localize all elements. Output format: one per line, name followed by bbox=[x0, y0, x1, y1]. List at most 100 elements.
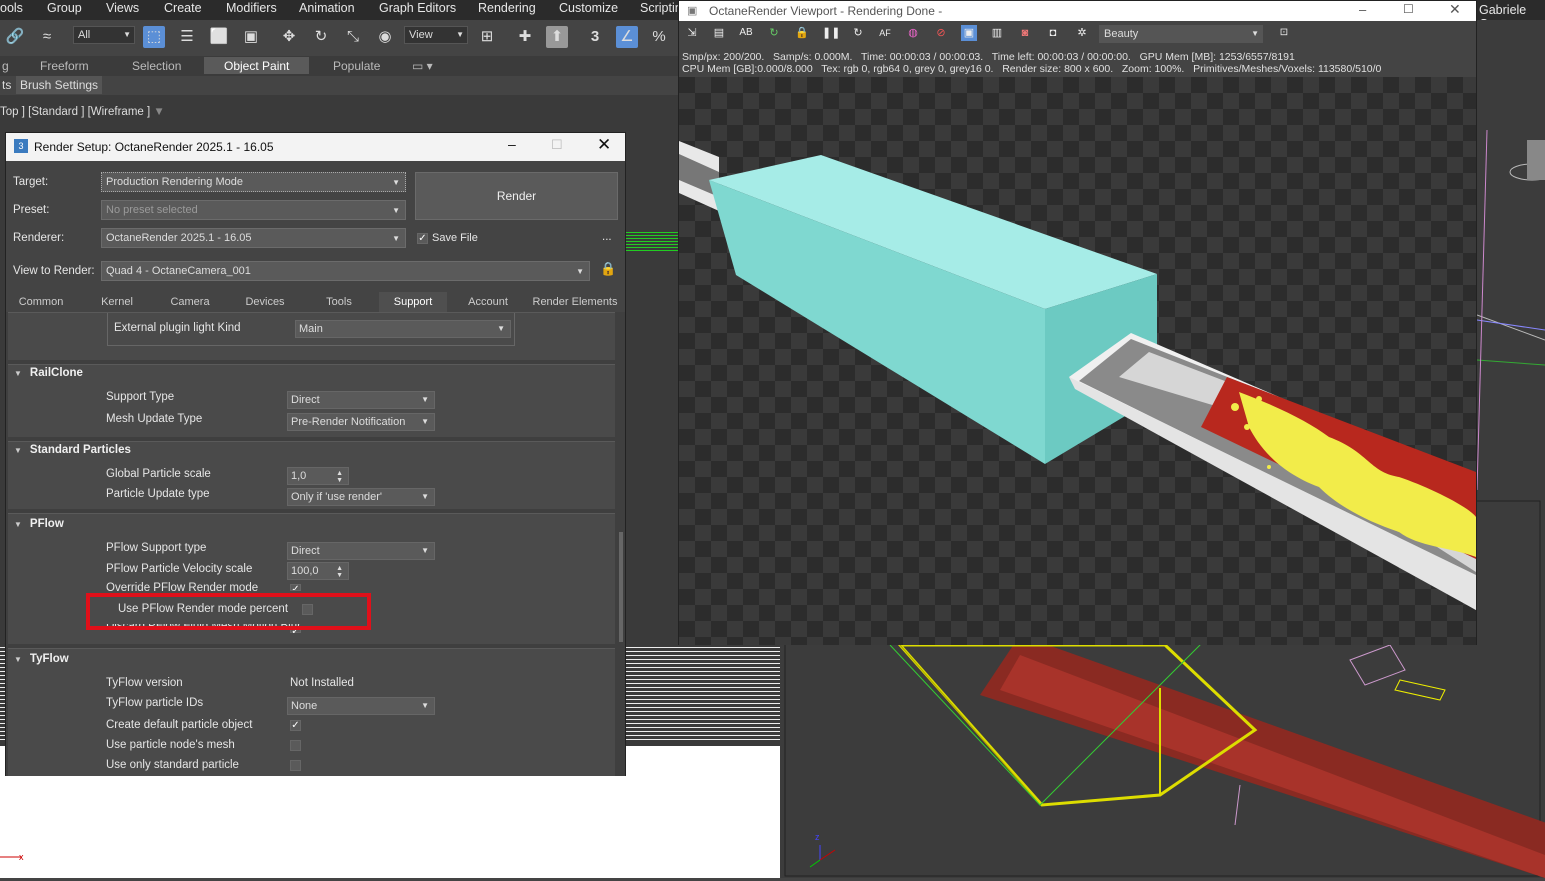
menu-modifiers[interactable]: Modifiers bbox=[226, 1, 277, 15]
tyflow-ids-dropdown[interactable]: None ▼ bbox=[287, 697, 435, 715]
menu-group[interactable]: Group bbox=[47, 1, 82, 15]
railclone-header[interactable]: ▼ RailClone bbox=[14, 367, 83, 379]
minimize-icon[interactable]: – bbox=[1359, 2, 1366, 17]
keyboard-shortcut-icon[interactable]: ⬆ bbox=[546, 26, 568, 48]
select-manipulate-icon[interactable]: ✚ bbox=[514, 26, 536, 48]
brush-tools-label[interactable]: ts bbox=[2, 78, 11, 92]
tab-camera[interactable]: Camera bbox=[159, 292, 221, 312]
menu-create[interactable]: Create bbox=[164, 1, 202, 15]
ribbon-tab-modeling[interactable]: g bbox=[2, 59, 9, 73]
plugin-light-dropdown[interactable]: Main ▼ bbox=[295, 320, 511, 338]
export-icon[interactable]: ⇲ bbox=[684, 25, 700, 41]
menu-animation[interactable]: Animation bbox=[299, 1, 355, 15]
denoise-icon[interactable]: ◙ bbox=[1017, 25, 1033, 41]
mesh-update-dropdown[interactable]: Pre-Render Notification ▼ bbox=[287, 413, 435, 431]
override-render-mode-checkbox[interactable]: ✓ bbox=[290, 584, 301, 591]
scale-icon[interactable]: ⤡ bbox=[342, 26, 364, 48]
support-type-dropdown[interactable]: Direct ▼ bbox=[287, 391, 435, 409]
viewport-label[interactable]: Top ] [Standard ] [Wireframe ] ▼ bbox=[0, 106, 165, 118]
target-dropdown[interactable]: Production Rendering Mode ▼ bbox=[101, 172, 406, 192]
tab-devices[interactable]: Devices bbox=[234, 292, 296, 312]
close-icon[interactable]: ✕ bbox=[597, 135, 611, 155]
standard-only-checkbox[interactable] bbox=[290, 760, 301, 771]
camera-icon[interactable]: ◘ bbox=[1045, 25, 1061, 41]
more-button[interactable]: ... bbox=[602, 231, 612, 243]
tab-common[interactable]: Common bbox=[10, 292, 72, 312]
default-particle-checkbox[interactable]: ✓ bbox=[290, 720, 301, 731]
reference-coord-dropdown[interactable]: View ▼ bbox=[404, 26, 468, 44]
render-canvas[interactable] bbox=[679, 77, 1476, 645]
panel-scrollbar[interactable] bbox=[619, 532, 623, 642]
settings-icon[interactable]: ✲ bbox=[1074, 25, 1090, 41]
select-object-icon[interactable]: ⬚ bbox=[143, 26, 165, 48]
angle-snap-icon[interactable]: ∠ bbox=[616, 26, 638, 48]
tab-kernel[interactable]: Kernel bbox=[86, 292, 148, 312]
rotate-icon[interactable]: ↻ bbox=[310, 26, 332, 48]
menu-scripting[interactable]: Scriptin bbox=[640, 1, 682, 15]
tyflow-header[interactable]: ▼ TyFlow bbox=[14, 653, 69, 665]
ab-compare-icon[interactable]: AB bbox=[738, 25, 754, 41]
no-entry-icon[interactable]: ⊘ bbox=[933, 25, 949, 41]
bind-spacewarp-icon[interactable]: ≈ bbox=[36, 26, 58, 48]
menu-views[interactable]: Views bbox=[106, 1, 139, 15]
pflow-velocity-spinner[interactable]: 100,0 ▲ ▼ bbox=[287, 562, 349, 580]
placement-icon[interactable]: ◉ bbox=[374, 26, 396, 48]
ribbon-tab-object-paint[interactable]: Object Paint bbox=[204, 57, 310, 74]
move-icon[interactable]: ✥ bbox=[278, 26, 300, 48]
plugin-light-label: External plugin light Kind bbox=[114, 322, 241, 334]
menu-customize[interactable]: Customize bbox=[559, 1, 618, 15]
pause-icon[interactable]: ❚❚ bbox=[822, 25, 840, 41]
pflow-support-dropdown[interactable]: Direct ▼ bbox=[287, 542, 435, 560]
tab-tools[interactable]: Tools bbox=[308, 292, 370, 312]
viewport-top-right[interactable] bbox=[1476, 20, 1545, 495]
node-mesh-checkbox[interactable] bbox=[290, 740, 301, 751]
close-icon[interactable]: ✕ bbox=[1449, 1, 1461, 18]
ribbon-tab-populate[interactable]: Populate bbox=[333, 59, 380, 73]
render-pass-dropdown[interactable]: Beauty ▼ bbox=[1099, 25, 1263, 43]
particle-scale-spinner[interactable]: 1,0 ▲ ▼ bbox=[287, 467, 349, 485]
snaps-toggle-icon[interactable]: 3 bbox=[584, 26, 606, 48]
standard-particles-header[interactable]: ▼ Standard Particles bbox=[14, 444, 131, 456]
menu-rendering[interactable]: Rendering bbox=[478, 1, 536, 15]
ribbon-options-icon[interactable]: ▭ ▾ bbox=[412, 59, 433, 73]
pass-settings-icon[interactable]: ⊡ bbox=[1276, 25, 1292, 41]
af-icon[interactable]: AF bbox=[877, 25, 893, 41]
rect-selection-icon[interactable]: ⬜ bbox=[208, 26, 230, 48]
pivot-icon[interactable]: ⊞ bbox=[476, 26, 498, 48]
clipboard-icon[interactable]: ▤ bbox=[711, 25, 727, 41]
lock-render-icon[interactable]: 🔒 bbox=[794, 25, 810, 41]
maximize-icon[interactable]: ☐ bbox=[551, 137, 563, 153]
preset-dropdown[interactable]: No preset selected ▼ bbox=[101, 200, 406, 220]
view-to-render-dropdown[interactable]: Quad 4 - OctaneCamera_001 ▼ bbox=[101, 261, 590, 281]
tab-support[interactable]: Support bbox=[379, 292, 447, 312]
minimize-icon[interactable]: – bbox=[508, 136, 516, 152]
renderer-dropdown[interactable]: OctaneRender 2025.1 - 16.05 ▼ bbox=[101, 228, 406, 248]
render-setup-titlebar[interactable]: 3 Render Setup: OctaneRender 2025.1 - 16… bbox=[6, 133, 625, 161]
lock-icon[interactable]: 🔒 bbox=[600, 261, 616, 277]
link-icon[interactable]: 🔗 bbox=[4, 26, 26, 48]
brush-bar: ts Brush Settings bbox=[0, 76, 678, 95]
tab-render-elements[interactable]: Render Elements bbox=[529, 292, 621, 312]
color-picker-icon[interactable]: ◍ bbox=[905, 25, 921, 41]
selection-filter-dropdown[interactable]: All ▼ bbox=[73, 26, 135, 44]
ribbon-tab-freeform[interactable]: Freeform bbox=[40, 59, 89, 73]
menu-tools[interactable]: ools bbox=[0, 1, 23, 15]
brush-settings-button[interactable]: Brush Settings bbox=[16, 76, 103, 94]
select-by-name-icon[interactable]: ☰ bbox=[176, 26, 198, 48]
save-file-checkbox[interactable]: ✓ bbox=[417, 233, 428, 244]
refresh-icon[interactable]: ↻ bbox=[766, 25, 782, 41]
particle-update-dropdown[interactable]: Only if 'use render' ▼ bbox=[287, 488, 435, 506]
ribbon-tab-selection[interactable]: Selection bbox=[132, 59, 181, 73]
region-icon[interactable]: ▣ bbox=[961, 25, 977, 41]
pflow-header[interactable]: ▼ PFlow bbox=[14, 518, 64, 530]
menu-graph-editors[interactable]: Graph Editors bbox=[379, 1, 456, 15]
maximize-icon[interactable]: ☐ bbox=[1403, 2, 1414, 16]
film-region-icon[interactable]: ▥ bbox=[989, 25, 1005, 41]
restart-icon[interactable]: ↻ bbox=[850, 25, 866, 41]
percent-snap-icon[interactable]: % bbox=[648, 26, 670, 48]
render-button[interactable]: Render bbox=[415, 172, 618, 220]
octane-titlebar[interactable]: ▣ OctaneRender Viewport - Rendering Done… bbox=[679, 1, 1476, 21]
tab-account[interactable]: Account bbox=[457, 292, 519, 312]
window-crossing-icon[interactable]: ▣ bbox=[240, 26, 262, 48]
filter-icon[interactable]: ▼ bbox=[153, 106, 164, 118]
